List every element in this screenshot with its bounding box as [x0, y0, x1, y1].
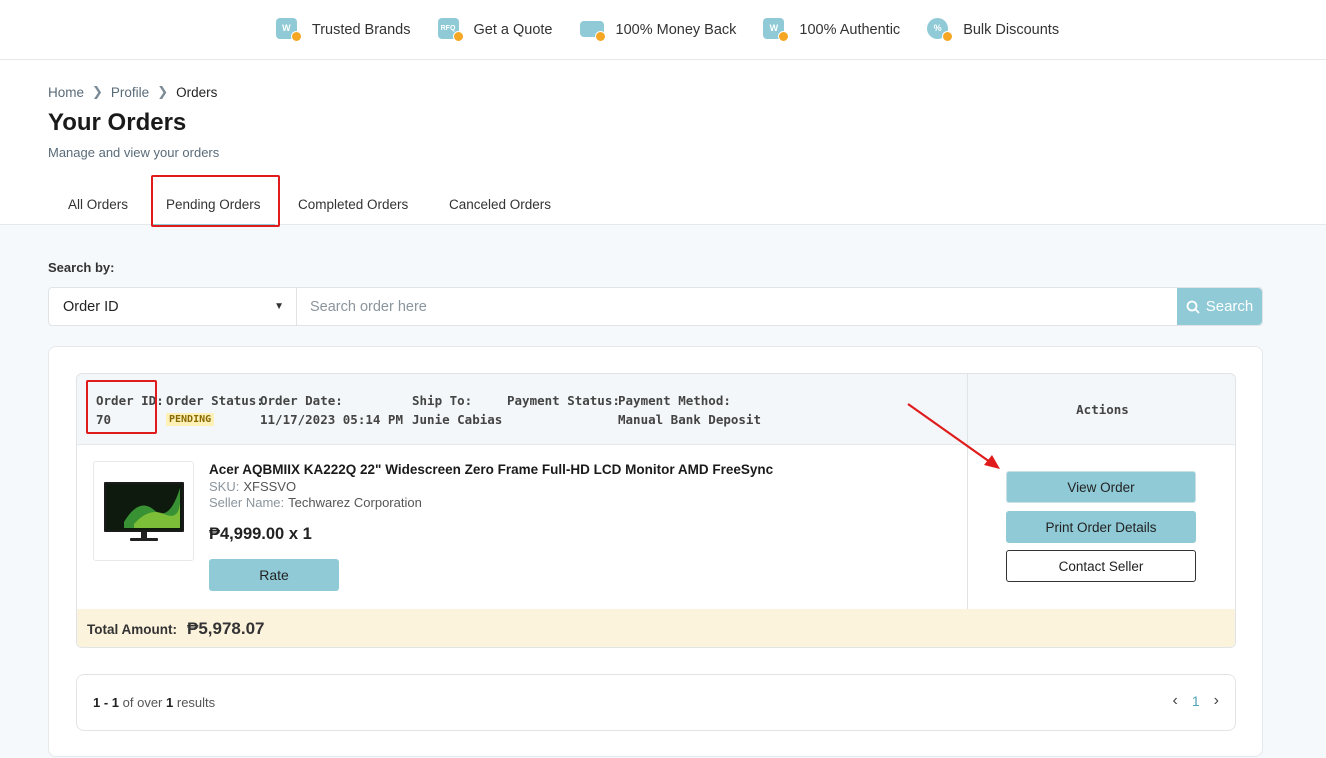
benefit-trusted-brands: W Trusted Brands	[275, 17, 411, 43]
order-header: Order ID: 70 Order Status: PENDING Order…	[77, 374, 967, 445]
order-date-field: Order Date: 11/17/2023 05:14 PM	[260, 393, 403, 427]
product-price: ₱4,999.00 x 1	[209, 525, 312, 543]
view-order-button[interactable]: View Order	[1006, 471, 1196, 503]
benefits-bar: W Trusted Brands RFQ Get a Quote 100% Mo…	[0, 0, 1326, 60]
order-tabs: All Orders Pending Orders Completed Orde…	[0, 174, 1326, 227]
status-badge: PENDING	[166, 413, 215, 426]
monitor-image	[104, 482, 184, 541]
product-name[interactable]: Acer AQBMIIX KA222Q 22" Widescreen Zero …	[209, 462, 773, 477]
chevron-left-icon[interactable]: ‹	[1173, 692, 1178, 710]
page-title: Your Orders	[48, 109, 187, 136]
print-order-details-button[interactable]: Print Order Details	[1006, 511, 1196, 543]
chevron-down-icon: ▼	[274, 301, 284, 312]
contact-seller-button[interactable]: Contact Seller	[1006, 550, 1196, 582]
tab-canceled-orders[interactable]: Canceled Orders	[435, 187, 565, 224]
product-sku: SKU: XFSSVO	[209, 479, 297, 494]
pagination-nav: ‹ 1 ›	[1173, 692, 1219, 710]
benefit-authentic: W 100% Authentic	[762, 17, 900, 43]
chevron-right-icon: ❯	[92, 84, 103, 99]
w-badge-icon: W	[275, 17, 303, 43]
total-amount-row: Total Amount: ₱5,978.07	[77, 609, 1235, 647]
total-label: Total Amount:	[87, 621, 177, 637]
pagination: 1 - 1 of over 1 results ‹ 1 ›	[76, 674, 1236, 731]
ship-to-field: Ship To: Junie Cabias	[412, 393, 503, 427]
search-label: Search by:	[48, 260, 115, 275]
rfq-icon: RFQ	[437, 17, 465, 43]
product-seller: Seller Name: Techwarez Corporation	[209, 495, 422, 510]
search-type-value: Order ID	[63, 298, 119, 315]
authentic-star-icon: W	[762, 17, 790, 43]
search-bar: Order ID ▼ Search	[48, 287, 1263, 326]
benefit-bulk-discounts: % Bulk Discounts	[926, 17, 1059, 43]
page-number[interactable]: 1	[1192, 693, 1200, 709]
payment-method-field: Payment Method: Manual Bank Deposit	[618, 393, 761, 427]
tab-pending-orders[interactable]: Pending Orders	[152, 187, 275, 227]
pagination-info: 1 - 1 of over 1 results	[93, 695, 216, 710]
page-header: Home ❯ Profile ❯ Orders Your Orders Mana…	[0, 60, 1326, 160]
order-id-value: 70	[96, 412, 112, 427]
product-image[interactable]	[93, 461, 194, 561]
money-back-icon	[579, 17, 607, 43]
search-type-select[interactable]: Order ID ▼	[49, 288, 297, 325]
chevron-right-icon[interactable]: ›	[1214, 692, 1219, 710]
rate-button[interactable]: Rate	[209, 559, 339, 591]
discount-icon: %	[926, 17, 954, 43]
breadcrumb-current: Orders	[176, 84, 218, 100]
order-status-field: Order Status: PENDING	[166, 393, 264, 426]
benefit-money-back: 100% Money Back	[579, 17, 736, 43]
breadcrumb: Home ❯ Profile ❯ Orders	[48, 84, 1278, 100]
breadcrumb-profile[interactable]: Profile	[111, 85, 149, 100]
search-icon	[1186, 300, 1200, 314]
benefit-get-a-quote: RFQ Get a Quote	[437, 17, 553, 43]
actions-header: Actions	[967, 374, 1235, 445]
page-subtitle: Manage and view your orders	[48, 145, 220, 160]
tab-completed-orders[interactable]: Completed Orders	[284, 187, 422, 224]
breadcrumb-home[interactable]: Home	[48, 85, 84, 100]
chevron-right-icon: ❯	[157, 84, 169, 99]
order-id-field: Order ID: 70	[96, 393, 164, 427]
tab-all-orders[interactable]: All Orders	[54, 187, 142, 224]
search-input[interactable]	[297, 288, 1177, 325]
payment-status-field: Payment Status:	[507, 393, 620, 408]
search-button[interactable]: Search	[1177, 288, 1262, 325]
total-value: ₱5,978.07	[186, 619, 265, 638]
